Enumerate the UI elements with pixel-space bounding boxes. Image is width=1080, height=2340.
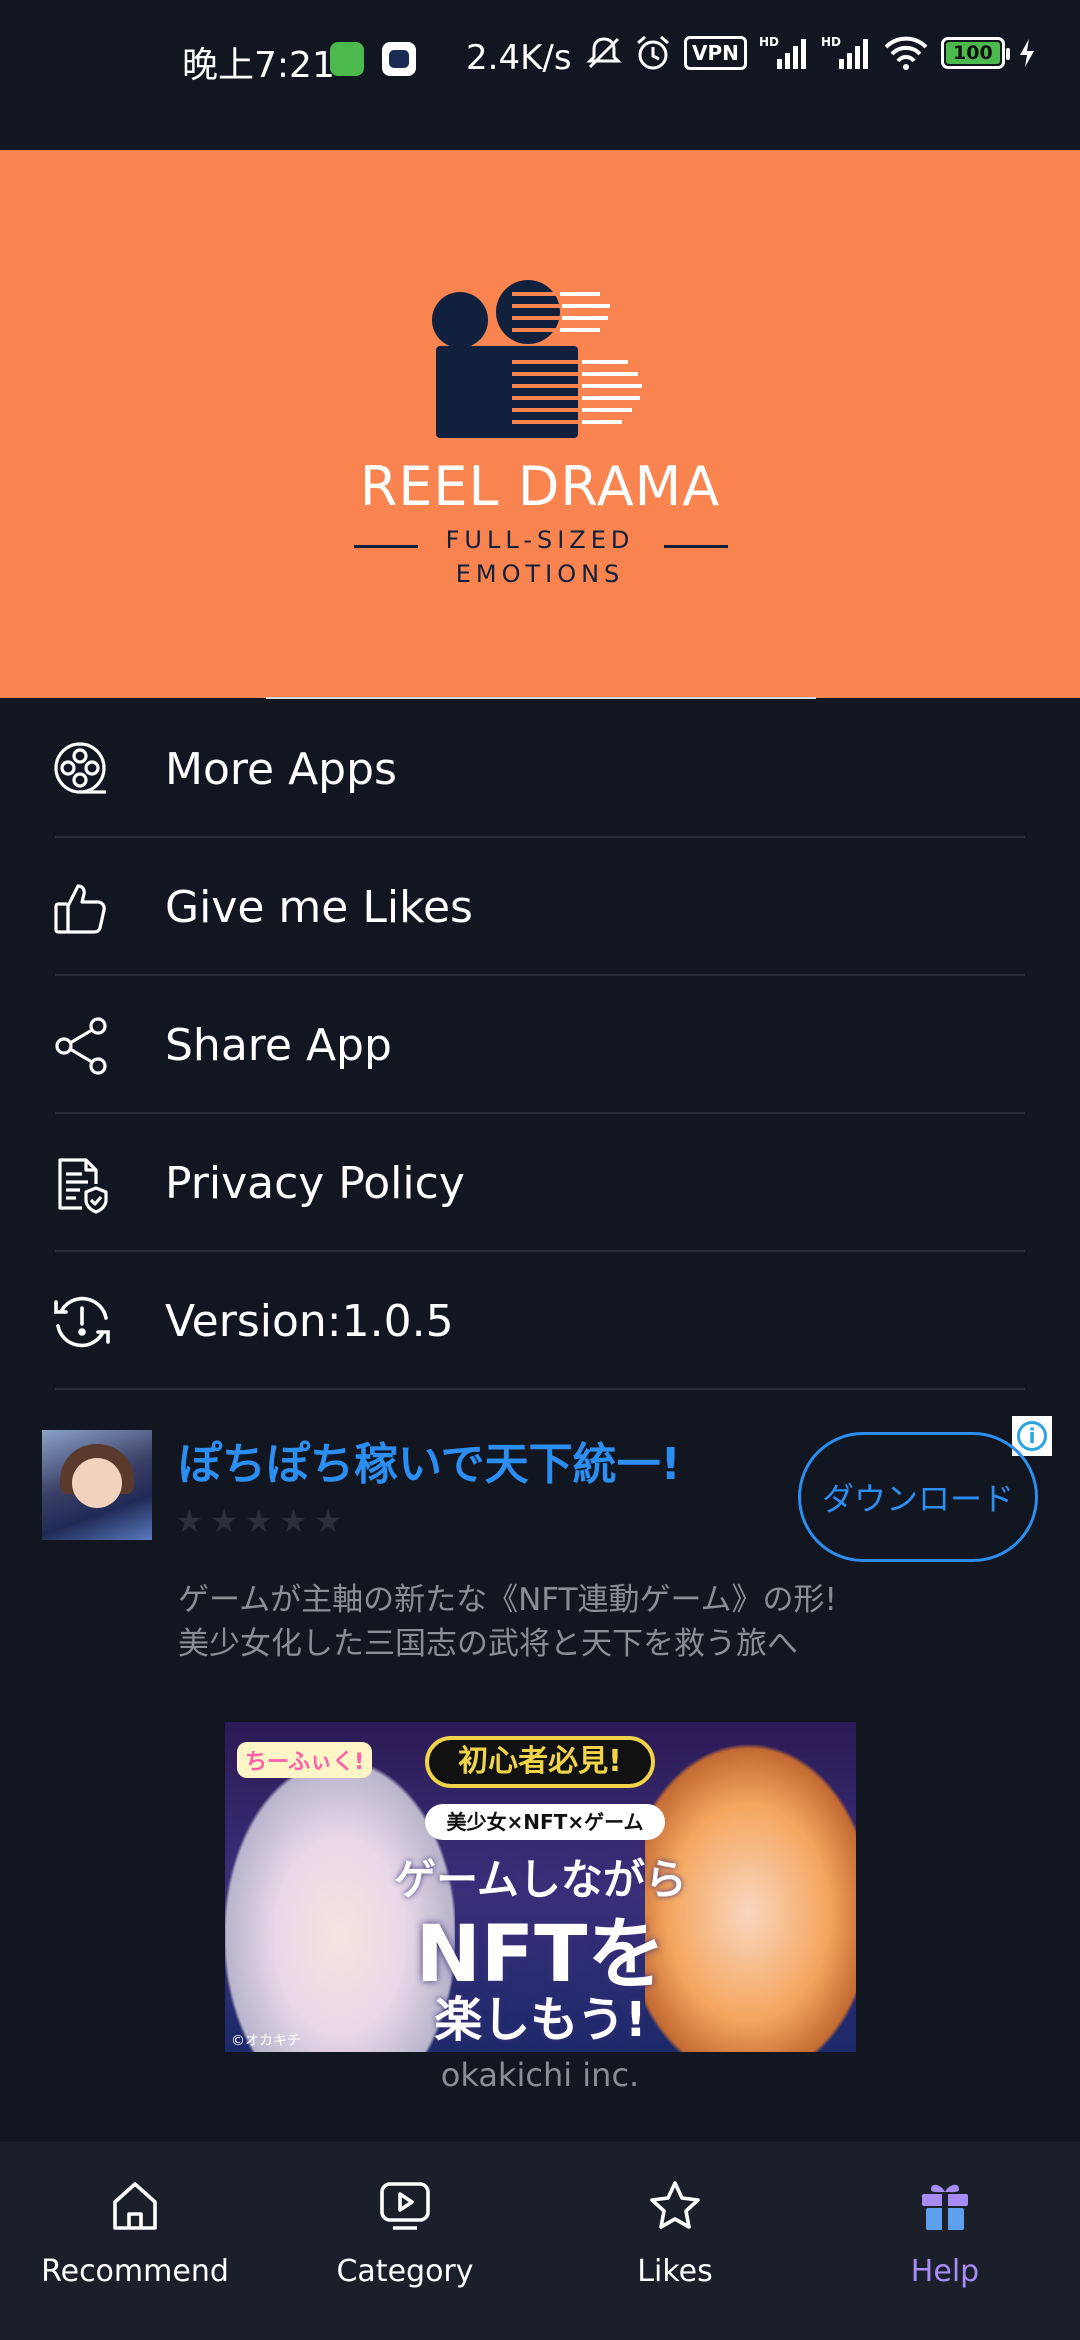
ad-app-icon[interactable] — [42, 1430, 152, 1540]
svg-text:HD: HD — [821, 35, 841, 49]
menu-label: Privacy Policy — [165, 1157, 465, 1209]
battery-icon: 100 — [940, 37, 1010, 69]
ad-description-line-1: ゲームが主軸の新たな《NFT連動ゲーム》の形! — [178, 1582, 837, 1618]
ad-download-button[interactable]: ダウンロード — [798, 1432, 1038, 1562]
ad-banner-image[interactable]: ちーふぃく! 初心者必見! 美少女×NFT×ゲーム ゲームしながら NFTを 楽… — [225, 1722, 856, 2052]
status-time: 晚上7:21 — [182, 45, 335, 86]
star-icon — [647, 2178, 703, 2234]
home-icon — [107, 2178, 163, 2234]
bottom-navigation: Recommend Category Likes Help — [0, 2142, 1080, 2340]
ad-image-headline-3: 楽しもう! — [434, 1992, 647, 2048]
movie-camera-logo-icon — [432, 280, 644, 444]
wifi-icon — [883, 35, 929, 71]
ad-advertiser: okakichi inc. — [440, 2056, 640, 2094]
tagline-line-1: FULL-SIZED — [445, 526, 635, 554]
alarm-icon — [634, 34, 672, 72]
nav-tab-help[interactable]: Help — [810, 2178, 1080, 2318]
share-icon — [52, 1016, 112, 1076]
ad-description-line-2: 美少女化した三国志の武将と天下を救う旅へ — [178, 1626, 798, 1662]
menu-label: Give me Likes — [165, 881, 473, 933]
notification-app-icon — [382, 42, 416, 76]
menu-item-share-app[interactable]: Share App — [0, 976, 1080, 1114]
nav-tab-category[interactable]: Category — [270, 2178, 540, 2318]
nav-tab-recommend[interactable]: Recommend — [0, 2178, 270, 2318]
decorative-line — [664, 545, 728, 548]
menu-label: Share App — [165, 1019, 392, 1071]
ad-description: ゲームが主軸の新たな《NFT連動ゲーム》の形! 美少女化した三国志の武将と天下を… — [178, 1578, 837, 1666]
ad-title[interactable]: ぽちぽち稼いで天下統一! — [178, 1428, 681, 1492]
gift-icon — [917, 2178, 973, 2234]
document-shield-icon — [52, 1154, 112, 1214]
nav-tab-likes[interactable]: Likes — [540, 2178, 810, 2318]
status-bar: 晚上7:21 2.4K/s VPN HD HD 100 — [0, 0, 1080, 150]
signal-icon: HD — [821, 35, 871, 71]
help-menu: More Apps Give me Likes Share App Privac… — [0, 700, 1080, 1390]
app-tagline: FULL-SIZED EMOTIONS — [410, 523, 670, 591]
ad-game-logo: ちーふぃく! — [237, 1742, 373, 1778]
play-screen-icon — [377, 2178, 433, 2234]
thumbs-up-icon — [52, 878, 112, 938]
ad-image-pill: 美少女×NFT×ゲーム — [425, 1804, 665, 1840]
decorative-line — [354, 545, 418, 548]
banner-divider — [266, 697, 816, 699]
nav-label: Category — [336, 2254, 474, 2289]
menu-item-version[interactable]: Version:1.0.5 — [0, 1252, 1080, 1390]
battery-level: 100 — [945, 42, 1000, 64]
menu-label: Version:1.0.5 — [165, 1295, 454, 1347]
network-speed: 2.4K/s — [466, 38, 572, 78]
update-alert-icon — [52, 1292, 112, 1352]
menu-item-privacy-policy[interactable]: Privacy Policy — [0, 1114, 1080, 1252]
menu-label: More Apps — [165, 743, 397, 795]
notification-app-icon — [330, 42, 364, 76]
svg-text:HD: HD — [759, 35, 779, 49]
ad-image-badge: 初心者必見! — [425, 1736, 655, 1788]
vpn-badge: VPN — [684, 36, 747, 70]
signal-icon: HD — [759, 35, 809, 71]
ad-rating-stars: ★★★★★ — [175, 1502, 349, 1540]
mute-icon — [586, 35, 622, 71]
nav-label: Likes — [637, 2254, 713, 2289]
film-reel-icon — [52, 740, 112, 800]
tagline-line-2: EMOTIONS — [455, 560, 625, 588]
menu-item-give-likes[interactable]: Give me Likes — [0, 838, 1080, 976]
charging-icon — [1017, 37, 1037, 69]
menu-item-more-apps[interactable]: More Apps — [0, 700, 1080, 838]
app-title: REEL DRAMA — [359, 455, 721, 518]
nav-label: Help — [910, 2254, 980, 2289]
nav-label: Recommend — [41, 2254, 229, 2289]
ad-image-copyright: ©オカキチ — [231, 2033, 301, 2049]
